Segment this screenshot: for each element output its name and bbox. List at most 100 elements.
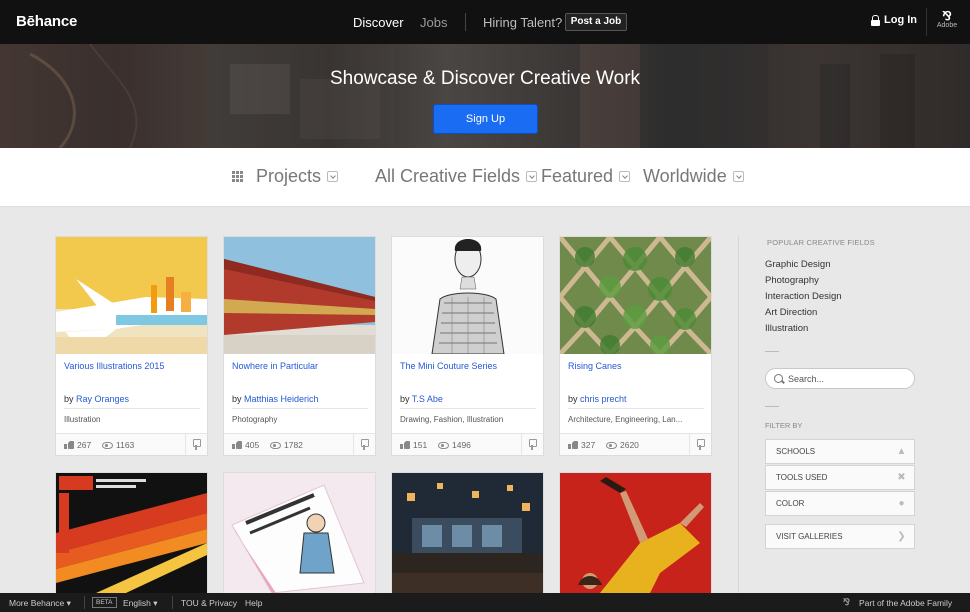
appreciation-count: 405	[245, 440, 260, 450]
filter-schools-label: SCHOOLS	[776, 447, 816, 456]
filter-schools-button[interactable]: SCHOOLS ▲	[765, 439, 915, 464]
pin-icon[interactable]	[360, 439, 369, 450]
project-card[interactable]	[391, 472, 544, 593]
search-input[interactable]	[788, 373, 908, 384]
owner-prefix: by	[64, 394, 74, 404]
help-link[interactable]: Help	[245, 598, 262, 608]
visit-galleries-button[interactable]: VISIT GALLERIES ❯	[765, 524, 915, 549]
views-stat: 1163	[102, 440, 134, 450]
filter-color-label: COLOR	[776, 499, 805, 508]
nav-hiring-talent[interactable]: Hiring Talent?	[483, 15, 562, 30]
popular-field-link[interactable]: Illustration	[765, 323, 808, 334]
project-thumbnail[interactable]	[392, 473, 543, 593]
eye-icon	[102, 441, 113, 449]
views-stat: 1496	[438, 440, 471, 450]
footer-divider	[185, 434, 186, 455]
login-label: Log In	[884, 14, 917, 26]
project-card[interactable]: Nowhere in Particular by Matthias Heider…	[223, 236, 376, 456]
thumbs-up-icon	[232, 441, 242, 449]
owner-link[interactable]: T.S Abe	[412, 394, 443, 404]
filter-worldwide-label: Worldwide	[643, 166, 727, 186]
signup-button[interactable]: Sign Up	[433, 104, 538, 134]
project-fields[interactable]: Photography	[232, 415, 277, 424]
filter-by-heading: FILTER BY	[765, 421, 803, 430]
project-fields[interactable]: Drawing, Fashion, Illustration	[400, 415, 503, 424]
pin-icon[interactable]	[696, 439, 705, 450]
filter-creative-fields[interactable]: All Creative Fields	[375, 166, 538, 187]
lock-icon	[871, 14, 880, 26]
nav-discover[interactable]: Discover	[353, 15, 404, 30]
project-owner: by Matthias Heiderich	[232, 394, 319, 404]
project-thumbnail[interactable]	[392, 237, 543, 354]
filter-bar: Projects All Creative Fields Featured Wo…	[0, 148, 970, 207]
filter-creative-fields-label: All Creative Fields	[375, 166, 521, 186]
project-card[interactable]: Various Illustrations 2015 by Ray Orange…	[55, 236, 208, 456]
card-divider	[400, 408, 536, 409]
nav-divider	[465, 13, 466, 31]
adobe-logo[interactable]: ⅋ Adobe	[935, 10, 959, 29]
card-divider	[568, 408, 704, 409]
project-title[interactable]: Rising Canes	[568, 361, 622, 371]
project-stats: 151 1496	[392, 433, 543, 455]
login-link[interactable]: Log In	[871, 14, 917, 26]
language-menu[interactable]: English ▾	[123, 598, 158, 609]
project-owner: by chris precht	[568, 394, 627, 404]
tou-privacy-link[interactable]: TOU & Privacy	[181, 598, 237, 608]
views-stat: 1782	[270, 440, 303, 450]
project-owner: by T.S Abe	[400, 394, 443, 404]
owner-link[interactable]: Ray Oranges	[76, 394, 129, 404]
popular-field-link[interactable]: Interaction Design	[765, 291, 842, 302]
chevron-right-icon: ❯	[897, 531, 906, 542]
project-card[interactable]	[55, 472, 208, 593]
project-thumbnail[interactable]	[56, 237, 207, 354]
popular-field-link[interactable]: Graphic Design	[765, 259, 830, 270]
project-card[interactable]: The Mini Couture Series by T.S Abe Drawi…	[391, 236, 544, 456]
project-card[interactable]	[223, 472, 376, 594]
owner-link[interactable]: chris precht	[580, 394, 627, 404]
popular-field-link[interactable]: Art Direction	[765, 307, 817, 318]
appreciations-stat: 327	[568, 440, 595, 450]
project-thumbnail[interactable]	[224, 473, 375, 594]
more-behance-menu[interactable]: More Behance ▾	[9, 598, 71, 609]
appreciations-stat: 405	[232, 440, 259, 450]
owner-prefix: by	[568, 394, 578, 404]
chevron-down-icon	[526, 171, 538, 182]
project-thumbnail[interactable]	[560, 473, 711, 593]
chevron-down-icon	[732, 171, 744, 182]
project-title[interactable]: Various Illustrations 2015	[64, 361, 164, 371]
project-card[interactable]	[559, 472, 712, 593]
behance-logo[interactable]: Bēhance	[16, 13, 77, 30]
filter-featured[interactable]: Featured	[541, 166, 631, 187]
project-card[interactable]: Rising Canes by chris precht Architectur…	[559, 236, 712, 456]
nav-jobs[interactable]: Jobs	[420, 15, 447, 30]
eye-icon	[606, 441, 617, 449]
project-thumbnail[interactable]	[560, 237, 711, 354]
project-thumbnail[interactable]	[224, 237, 375, 354]
project-thumbnail[interactable]	[56, 473, 207, 593]
post-job-button[interactable]: Post a Job	[565, 13, 627, 31]
project-title[interactable]: The Mini Couture Series	[400, 361, 497, 371]
view-count: 1782	[284, 440, 303, 450]
project-fields[interactable]: Illustration	[64, 415, 100, 424]
filter-color-button[interactable]: COLOR ●	[765, 491, 915, 516]
views-stat: 2620	[606, 440, 639, 450]
pin-icon[interactable]	[528, 439, 537, 450]
chevron-down-icon	[327, 171, 339, 182]
appreciations-stat: 151	[400, 440, 427, 450]
sidebar-rule	[765, 351, 779, 352]
filter-tools-button[interactable]: TOOLS USED ✖	[765, 465, 915, 490]
adobe-family-link[interactable]: Part of the Adobe Family	[859, 598, 952, 608]
project-fields[interactable]: Architecture, Engineering, Lan...	[568, 415, 682, 424]
filter-projects[interactable]: Projects	[256, 166, 339, 187]
adobe-icon: ⅋	[843, 597, 851, 607]
view-count: 1496	[452, 440, 471, 450]
pin-icon[interactable]	[192, 439, 201, 450]
popular-field-link[interactable]: Photography	[765, 275, 819, 286]
search-box[interactable]	[765, 368, 915, 389]
filter-worldwide[interactable]: Worldwide	[643, 166, 744, 187]
project-title[interactable]: Nowhere in Particular	[232, 361, 318, 371]
popular-fields-heading: POPULAR CREATIVE FIELDS	[767, 238, 875, 247]
footer-divider	[521, 434, 522, 455]
owner-link[interactable]: Matthias Heiderich	[244, 394, 319, 404]
footer-bar: More Behance ▾ BETA English ▾ TOU & Priv…	[0, 593, 970, 612]
